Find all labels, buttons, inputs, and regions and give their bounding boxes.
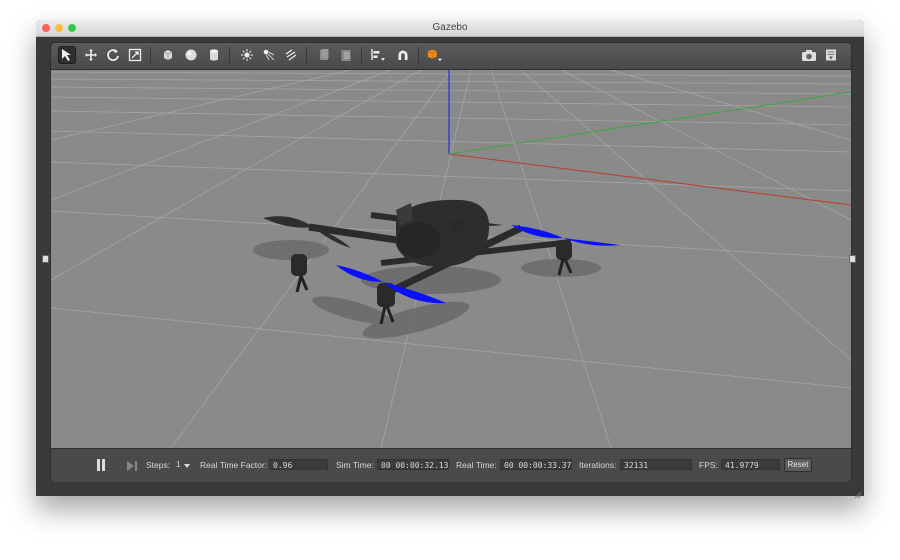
sim-time-field: 00 00:00:32.131 bbox=[377, 459, 449, 470]
cylinder-shape-icon bbox=[210, 49, 218, 61]
iterations-label: Iterations: bbox=[579, 460, 617, 470]
log-button[interactable] bbox=[822, 46, 840, 64]
log-icon bbox=[826, 49, 836, 61]
y-axis-line bbox=[448, 91, 851, 155]
view-angle-button[interactable] bbox=[426, 46, 444, 64]
toolbar-separator bbox=[229, 47, 230, 64]
right-panel-handle[interactable] bbox=[849, 255, 856, 263]
select-mode-icon bbox=[62, 49, 71, 61]
rotate-icon bbox=[107, 49, 119, 61]
view-angle-icon bbox=[427, 49, 443, 62]
chevron-down-icon bbox=[184, 464, 190, 468]
left-panel-handle[interactable] bbox=[42, 255, 49, 263]
fps-field: 41.9779 bbox=[721, 459, 780, 470]
scene-canvas[interactable] bbox=[51, 70, 851, 448]
paste-button[interactable] bbox=[337, 46, 355, 64]
cylinder-shape-button[interactable] bbox=[205, 46, 223, 64]
sphere-shape-icon bbox=[185, 49, 197, 61]
paste-icon bbox=[341, 50, 351, 61]
screenshot-icon bbox=[802, 50, 816, 61]
3d-viewport[interactable] bbox=[51, 70, 851, 448]
step-button[interactable] bbox=[126, 459, 138, 471]
translate-button[interactable] bbox=[82, 46, 100, 64]
pause-icon bbox=[97, 459, 105, 471]
snap-button[interactable] bbox=[394, 46, 412, 64]
steps-value: 1 bbox=[176, 460, 181, 469]
main-panel: Steps: 1 Real Time Factor: 0.96 Sim Time… bbox=[42, 42, 856, 482]
gazebo-window: Gazebo Steps: 1 Real Time Factor: 0.96 S… bbox=[36, 20, 864, 499]
resize-grip[interactable] bbox=[854, 486, 862, 499]
box-shape-button[interactable] bbox=[159, 46, 177, 64]
fps-label: FPS: bbox=[699, 460, 718, 470]
sphere-shape-button[interactable] bbox=[182, 46, 200, 64]
steps-spinbox[interactable]: 1 bbox=[172, 458, 190, 471]
rotate-button[interactable] bbox=[104, 46, 122, 64]
title-bar: Gazebo bbox=[36, 20, 864, 37]
spot-light-icon bbox=[263, 49, 275, 61]
toolbar bbox=[51, 43, 851, 70]
copy-icon bbox=[320, 49, 329, 60]
scale-button[interactable] bbox=[126, 46, 144, 64]
point-light-button[interactable] bbox=[238, 46, 256, 64]
resize-grip-icon bbox=[854, 491, 862, 499]
time-panel: Steps: 1 Real Time Factor: 0.96 Sim Time… bbox=[51, 448, 851, 482]
copy-button[interactable] bbox=[315, 46, 333, 64]
toolbar-separator bbox=[418, 47, 419, 64]
steps-label: Steps: bbox=[146, 460, 171, 470]
directional-light-icon bbox=[285, 49, 297, 61]
iterations-field: 32131 bbox=[620, 459, 692, 470]
toolbar-separator bbox=[306, 47, 307, 64]
window-title: Gazebo bbox=[432, 22, 468, 33]
pause-button[interactable] bbox=[96, 458, 106, 472]
real-time-factor-label: Real Time Factor: bbox=[200, 460, 268, 470]
screenshot-button[interactable] bbox=[800, 46, 818, 64]
point-light-icon bbox=[241, 49, 253, 61]
align-button[interactable] bbox=[369, 46, 387, 64]
directional-light-button[interactable] bbox=[282, 46, 300, 64]
real-time-factor-field: 0.96 bbox=[269, 459, 328, 470]
select-mode-button[interactable] bbox=[58, 46, 76, 64]
spot-light-button[interactable] bbox=[260, 46, 278, 64]
real-time-field: 00 00:00:33.376 bbox=[500, 459, 572, 470]
toolbar-separator bbox=[361, 47, 362, 64]
box-shape-icon bbox=[163, 50, 173, 60]
translate-icon bbox=[85, 49, 97, 61]
x-axis-line bbox=[448, 153, 851, 206]
scale-icon bbox=[128, 48, 142, 62]
step-forward-icon bbox=[127, 461, 137, 471]
snap-icon bbox=[398, 50, 408, 60]
real-time-label: Real Time: bbox=[456, 460, 497, 470]
sim-time-label: Sim Time: bbox=[336, 460, 374, 470]
reset-button[interactable]: Reset bbox=[784, 458, 812, 472]
align-icon bbox=[371, 49, 385, 61]
toolbar-separator bbox=[150, 47, 151, 64]
